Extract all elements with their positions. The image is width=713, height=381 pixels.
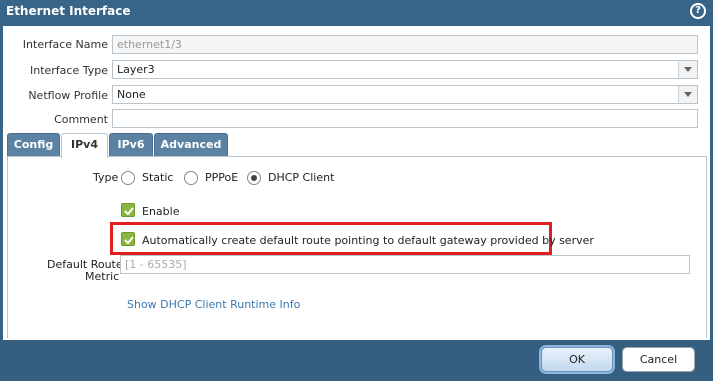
interface-type-label: Interface Type [29, 64, 108, 77]
auto-default-route-label: Automatically create default route point… [142, 234, 594, 247]
ethernet-interface-dialog: Ethernet Interface ? Interface Name ethe… [0, 0, 713, 381]
default-route-metric-label-line2: Metric [85, 270, 120, 283]
checkmark-icon [124, 207, 134, 216]
interface-type-select[interactable]: Layer3 [112, 60, 698, 79]
type-label: Type [93, 171, 119, 184]
netflow-profile-select[interactable]: None [112, 85, 698, 104]
enable-checkbox[interactable] [121, 203, 135, 217]
dialog-title: Ethernet Interface [6, 4, 131, 18]
type-static-label[interactable]: Static [142, 171, 173, 184]
ok-button[interactable]: OK [541, 347, 613, 372]
netflow-profile-label: Netflow Profile [28, 89, 108, 102]
type-static-radio[interactable] [121, 171, 135, 185]
type-pppoe-radio[interactable] [184, 171, 198, 185]
interface-name-field: ethernet1/3 [112, 35, 698, 54]
type-pppoe-label[interactable]: PPPoE [205, 171, 238, 184]
title-bar: Ethernet Interface ? [0, 0, 713, 26]
tab-ipv6[interactable]: IPv6 [109, 133, 153, 157]
tab-ipv4[interactable]: IPv4 [61, 133, 108, 158]
comment-label: Comment [54, 113, 108, 126]
show-dhcp-runtime-info-link[interactable]: Show DHCP Client Runtime Info [127, 298, 300, 311]
auto-default-route-checkbox[interactable] [121, 232, 135, 246]
interface-name-label: Interface Name [22, 38, 108, 51]
tab-advanced[interactable]: Advanced [154, 133, 228, 157]
tab-config[interactable]: Config [7, 133, 60, 157]
type-dhcp-client-radio[interactable] [247, 171, 261, 185]
interface-type-value: Layer3 [117, 63, 155, 76]
chevron-down-icon[interactable] [678, 86, 697, 103]
cancel-button[interactable]: Cancel [622, 347, 695, 372]
type-dhcp-client-label[interactable]: DHCP Client [268, 171, 334, 184]
enable-label: Enable [142, 205, 180, 218]
checkmark-icon [124, 236, 134, 245]
chevron-down-icon[interactable] [678, 61, 697, 78]
comment-field[interactable] [112, 109, 698, 128]
default-route-metric-field[interactable]: [1 - 65535] [120, 255, 690, 274]
netflow-profile-value: None [117, 88, 146, 101]
question-mark-icon[interactable]: ? [690, 3, 706, 19]
